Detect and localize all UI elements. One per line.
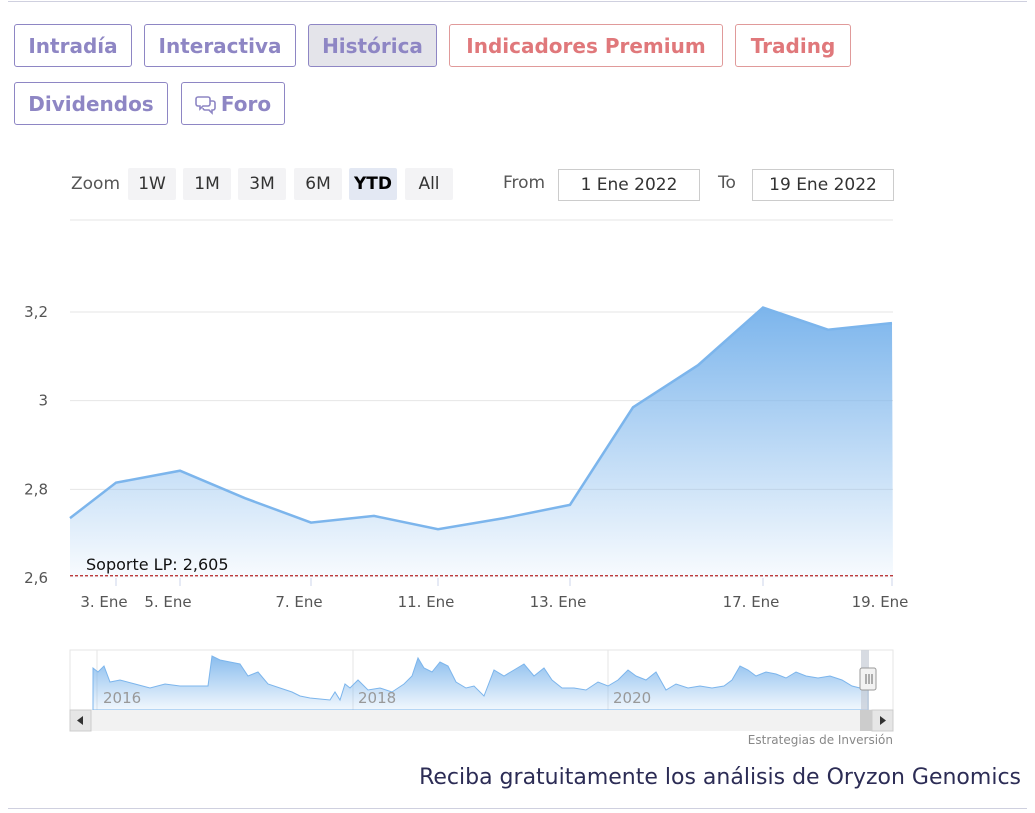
zoom-all-button[interactable]: All (405, 168, 453, 200)
x-tick-label: 13. Ene (530, 593, 587, 611)
navigator-selected-range[interactable] (861, 650, 869, 710)
scroll-left-arrow-icon (77, 716, 83, 725)
y-tick-label: 2,6 (24, 569, 48, 587)
tab-historica[interactable]: Histórica (308, 24, 437, 67)
top-divider (8, 1, 1027, 2)
grid-lines (70, 311, 893, 490)
price-area-fill (70, 307, 893, 578)
navigator-handle[interactable] (859, 667, 877, 691)
x-axis-labels: 3. Ene 5. Ene 7. Ene 11. Ene 13. Ene 17. Ene 1… (80, 578, 908, 611)
zoom-ytd-button[interactable]: YTD (349, 168, 397, 200)
y-tick-label: 3,2 (24, 303, 48, 321)
support-line-label: Soporte LP: 2,605 (86, 555, 229, 574)
to-label: To (718, 173, 736, 193)
price-series-line (69, 306, 893, 531)
navigator-year-2016: 2016 (103, 689, 141, 707)
tab-intradia[interactable]: Intradía (14, 24, 132, 67)
tab-interactiva[interactable]: Interactiva (144, 24, 296, 67)
zoom-label: Zoom (71, 174, 121, 194)
scrollbar-left-button[interactable] (69, 709, 92, 732)
navigator-scrollbar[interactable] (69, 709, 894, 732)
x-tick-label: 5. Ene (144, 593, 191, 611)
x-tick-label: 7. Ene (275, 593, 322, 611)
chat-bubbles-icon (195, 93, 217, 115)
tab-trading[interactable]: Trading (735, 24, 851, 67)
scrollbar-track[interactable] (70, 710, 893, 731)
navigator-background (69, 649, 894, 711)
navigator-year-2020: 2020 (613, 689, 651, 707)
zoom-6m-button[interactable]: 6M (294, 168, 342, 200)
tab-dividendos[interactable]: Dividendos (14, 82, 168, 125)
tab-indicadores-premium[interactable]: Indicadores Premium (449, 24, 723, 67)
y-tick-label: 2,8 (24, 480, 48, 498)
y-axis-labels: 3,2 3 2,8 2,6 (24, 303, 48, 587)
navigator-series (92, 655, 869, 711)
series-area (69, 306, 893, 578)
tab-foro-label: Foro (220, 91, 272, 116)
scroll-right-arrow-icon (880, 716, 886, 725)
analysis-cta[interactable]: Reciba gratuitamente los análisis de Ory… (419, 765, 1021, 790)
tab-foro[interactable]: Foro (181, 82, 285, 125)
scrollbar-right-button[interactable] (871, 709, 894, 732)
zoom-3m-button[interactable]: 3M (238, 168, 286, 200)
to-date-input[interactable] (752, 169, 894, 201)
x-tick-label: 17. Ene (723, 593, 780, 611)
zoom-1m-button[interactable]: 1M (183, 168, 231, 200)
navigator[interactable]: 2016 2018 2020 (69, 649, 894, 711)
x-tick-label: 3. Ene (80, 593, 127, 611)
from-date-input[interactable] (558, 169, 700, 201)
scrollbar-thumb[interactable] (860, 710, 872, 731)
zoom-1w-button[interactable]: 1W (128, 168, 176, 200)
x-tick-label: 11. Ene (398, 593, 455, 611)
x-tick-label: 19. Ene (852, 593, 909, 611)
chart-credit[interactable]: Estrategias de Inversión (748, 733, 893, 747)
bottom-divider (8, 808, 1027, 809)
navigator-year-2018: 2018 (358, 689, 396, 707)
from-label: From (503, 173, 546, 193)
y-tick-label: 3 (38, 392, 48, 410)
